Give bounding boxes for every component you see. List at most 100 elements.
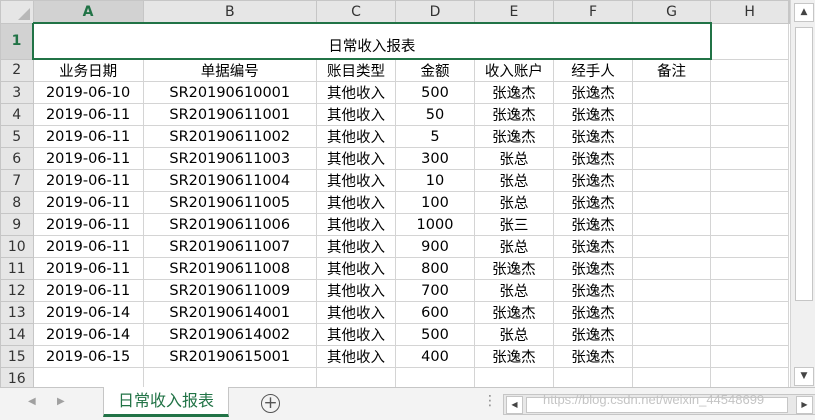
header-cell[interactable]: 金额 [395,58,475,82]
empty-cell[interactable] [32,367,144,387]
header-cell[interactable]: 账目类型 [315,58,397,82]
cell-h[interactable] [710,103,789,126]
cell-h[interactable] [710,191,789,214]
data-cell[interactable]: 2019-06-11 [32,103,144,126]
data-cell[interactable]: 其他收入 [315,81,397,104]
select-all-corner[interactable] [0,0,34,24]
data-cell[interactable]: 张逸杰 [473,125,555,148]
row-header-10[interactable]: 10 [0,235,34,258]
row-header-7[interactable]: 7 [0,169,34,192]
row-header-12[interactable]: 12 [0,279,34,302]
cell-h[interactable] [710,169,789,192]
data-cell[interactable]: 100 [395,191,475,214]
data-cell[interactable]: 其他收入 [315,279,397,302]
row-header-15[interactable]: 15 [0,345,34,368]
data-cell[interactable]: 50 [395,103,475,126]
data-cell[interactable]: 其他收入 [315,323,397,346]
data-cell[interactable]: SR20190611001 [142,103,317,126]
cell-h[interactable] [710,301,789,324]
header-cell[interactable]: 单据编号 [142,58,317,82]
row-header-3[interactable]: 3 [0,81,34,104]
data-cell[interactable]: 其他收入 [315,147,397,170]
row-header-6[interactable]: 6 [0,147,34,170]
data-cell[interactable]: 张总 [473,279,555,302]
data-cell[interactable]: 500 [395,323,475,346]
data-cell[interactable]: 张总 [473,323,555,346]
column-header-d[interactable]: D [395,0,475,24]
data-cell[interactable]: SR20190611002 [142,125,317,148]
tab-next-icon[interactable]: ▶ [57,396,65,407]
data-cell[interactable]: SR20190611003 [142,147,317,170]
data-cell[interactable]: 张逸杰 [473,103,555,126]
data-cell[interactable] [631,125,712,148]
row-header-11[interactable]: 11 [0,257,34,280]
header-cell[interactable]: 经手人 [553,58,633,82]
cell-h[interactable] [710,81,789,104]
data-cell[interactable]: 张逸杰 [553,279,633,302]
scroll-right-icon[interactable]: ▶ [796,396,813,414]
data-cell[interactable]: 张逸杰 [553,81,633,104]
data-cell[interactable]: 2019-06-15 [32,345,144,368]
vertical-scrollbar[interactable]: ▲ ▼ [790,0,815,387]
data-cell[interactable]: 其他收入 [315,257,397,280]
data-cell[interactable] [631,191,712,214]
data-cell[interactable] [631,323,712,346]
scroll-left-icon[interactable]: ◀ [506,396,523,414]
data-cell[interactable]: 其他收入 [315,103,397,126]
data-cell[interactable]: SR20190610001 [142,81,317,104]
select-all-icon[interactable] [17,7,30,20]
data-cell[interactable]: 2019-06-11 [32,279,144,302]
data-cell[interactable]: 张逸杰 [553,125,633,148]
data-cell[interactable]: 其他收入 [315,191,397,214]
data-cell[interactable]: 2019-06-14 [32,323,144,346]
header-cell[interactable]: 备注 [631,58,712,82]
data-cell[interactable]: SR20190611006 [142,213,317,236]
data-cell[interactable]: 800 [395,257,475,280]
data-cell[interactable]: 其他收入 [315,169,397,192]
data-cell[interactable]: 张逸杰 [473,301,555,324]
cell-h[interactable] [710,235,789,258]
empty-cell[interactable] [710,367,789,387]
row-header-14[interactable]: 14 [0,323,34,346]
data-cell[interactable]: 2019-06-14 [32,301,144,324]
column-header-g[interactable]: G [631,0,712,24]
data-cell[interactable] [631,301,712,324]
column-header-f[interactable]: F [553,0,633,24]
data-cell[interactable]: 2019-06-11 [32,169,144,192]
column-header-h[interactable]: H [710,0,789,24]
row-header-16[interactable]: 16 [0,367,34,387]
data-cell[interactable]: 张逸杰 [473,81,555,104]
data-cell[interactable]: 2019-06-10 [32,81,144,104]
data-cell[interactable]: 10 [395,169,475,192]
data-cell[interactable] [631,345,712,368]
more-options-icon[interactable]: ⋮ [483,393,498,409]
empty-cell[interactable] [315,367,397,387]
data-cell[interactable]: 张总 [473,147,555,170]
data-cell[interactable]: SR20190611004 [142,169,317,192]
data-cell[interactable]: 其他收入 [315,301,397,324]
data-cell[interactable]: 2019-06-11 [32,147,144,170]
empty-cell[interactable] [473,367,555,387]
cell-h[interactable] [710,125,789,148]
data-cell[interactable]: 张逸杰 [553,323,633,346]
data-cell[interactable] [631,213,712,236]
data-cell[interactable]: 700 [395,279,475,302]
empty-cell[interactable] [142,367,317,387]
cell-h2[interactable] [710,58,789,82]
add-sheet-icon[interactable]: + [261,394,280,413]
data-cell[interactable]: 张逸杰 [553,301,633,324]
cell-h[interactable] [710,323,789,346]
data-cell[interactable]: 500 [395,81,475,104]
row-header-8[interactable]: 8 [0,191,34,214]
column-header-b[interactable]: B [142,0,317,24]
data-cell[interactable]: SR20190611005 [142,191,317,214]
data-cell[interactable]: 张逸杰 [553,191,633,214]
data-cell[interactable] [631,81,712,104]
data-cell[interactable]: 400 [395,345,475,368]
column-header-a[interactable]: A [32,0,144,24]
data-cell[interactable]: 张总 [473,169,555,192]
cell-h[interactable] [710,213,789,236]
row-header-5[interactable]: 5 [0,125,34,148]
data-cell[interactable]: 张逸杰 [553,103,633,126]
data-cell[interactable]: SR20190614001 [142,301,317,324]
